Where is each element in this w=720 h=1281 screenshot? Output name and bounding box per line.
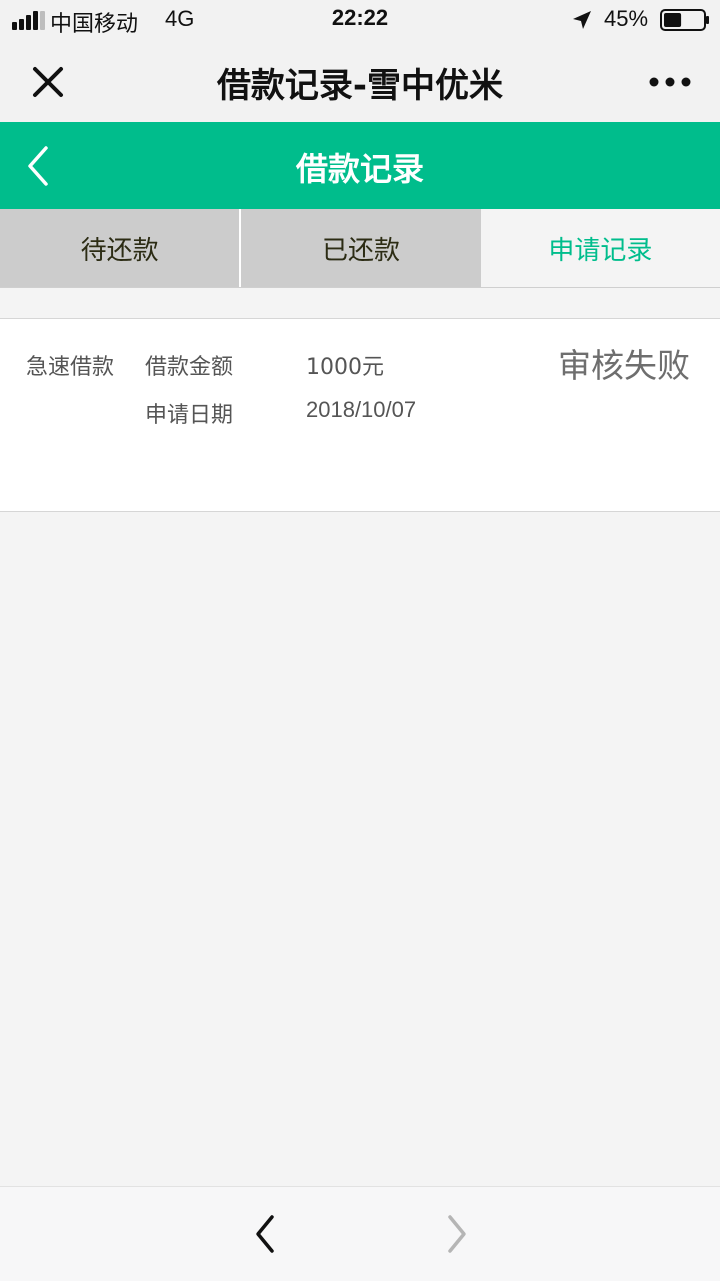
loan-type: 急速借款 xyxy=(26,355,115,380)
amount-label: 借款金额 xyxy=(145,355,234,380)
more-dots-icon[interactable] xyxy=(644,62,696,102)
bottom-nav xyxy=(0,1186,720,1281)
status-bar: 中国移动 4G 22:22 45% xyxy=(0,0,720,40)
title-bar: 借款记录-雪中优米 xyxy=(0,40,720,122)
date-value: 2018/10/07 xyxy=(306,397,417,422)
page-title: 借款记录-雪中优米 xyxy=(216,66,504,106)
close-icon[interactable] xyxy=(22,56,74,108)
tab-repaid[interactable]: 已还款 xyxy=(241,209,481,287)
app-header: 借款记录 xyxy=(0,122,720,209)
battery-icon xyxy=(660,9,709,31)
header-title: 借款记录 xyxy=(295,150,424,188)
tab-application-records[interactable]: 申请记录 xyxy=(480,209,720,287)
date-label: 申请日期 xyxy=(145,403,234,428)
battery-percent: 45% xyxy=(604,6,649,31)
status-badge: 审核失败 xyxy=(558,346,690,385)
location-arrow-icon xyxy=(573,11,591,29)
amount-value: 1000元 xyxy=(306,355,384,380)
tab-pending-repayment[interactable]: 待还款 xyxy=(0,209,242,287)
chevron-right-icon[interactable] xyxy=(436,1209,476,1259)
loan-record-item[interactable]: 急速借款 借款金额 1000元 申请日期 2018/10/07 审核失败 xyxy=(0,318,720,512)
chevron-left-icon[interactable] xyxy=(246,1209,286,1259)
tab-bar: 待还款 已还款 申请记录 xyxy=(0,209,720,288)
